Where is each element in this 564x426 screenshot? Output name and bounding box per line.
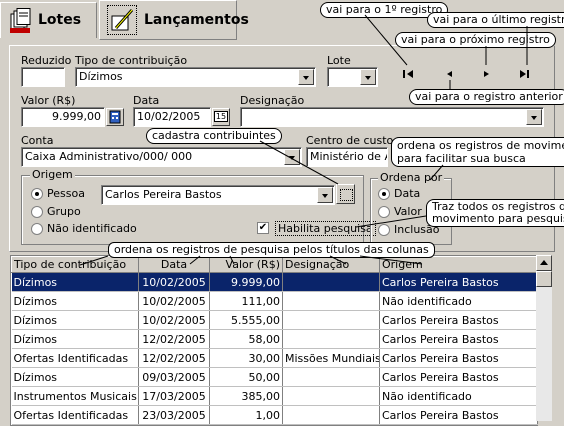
- callout-arrows: [79, 14, 528, 266]
